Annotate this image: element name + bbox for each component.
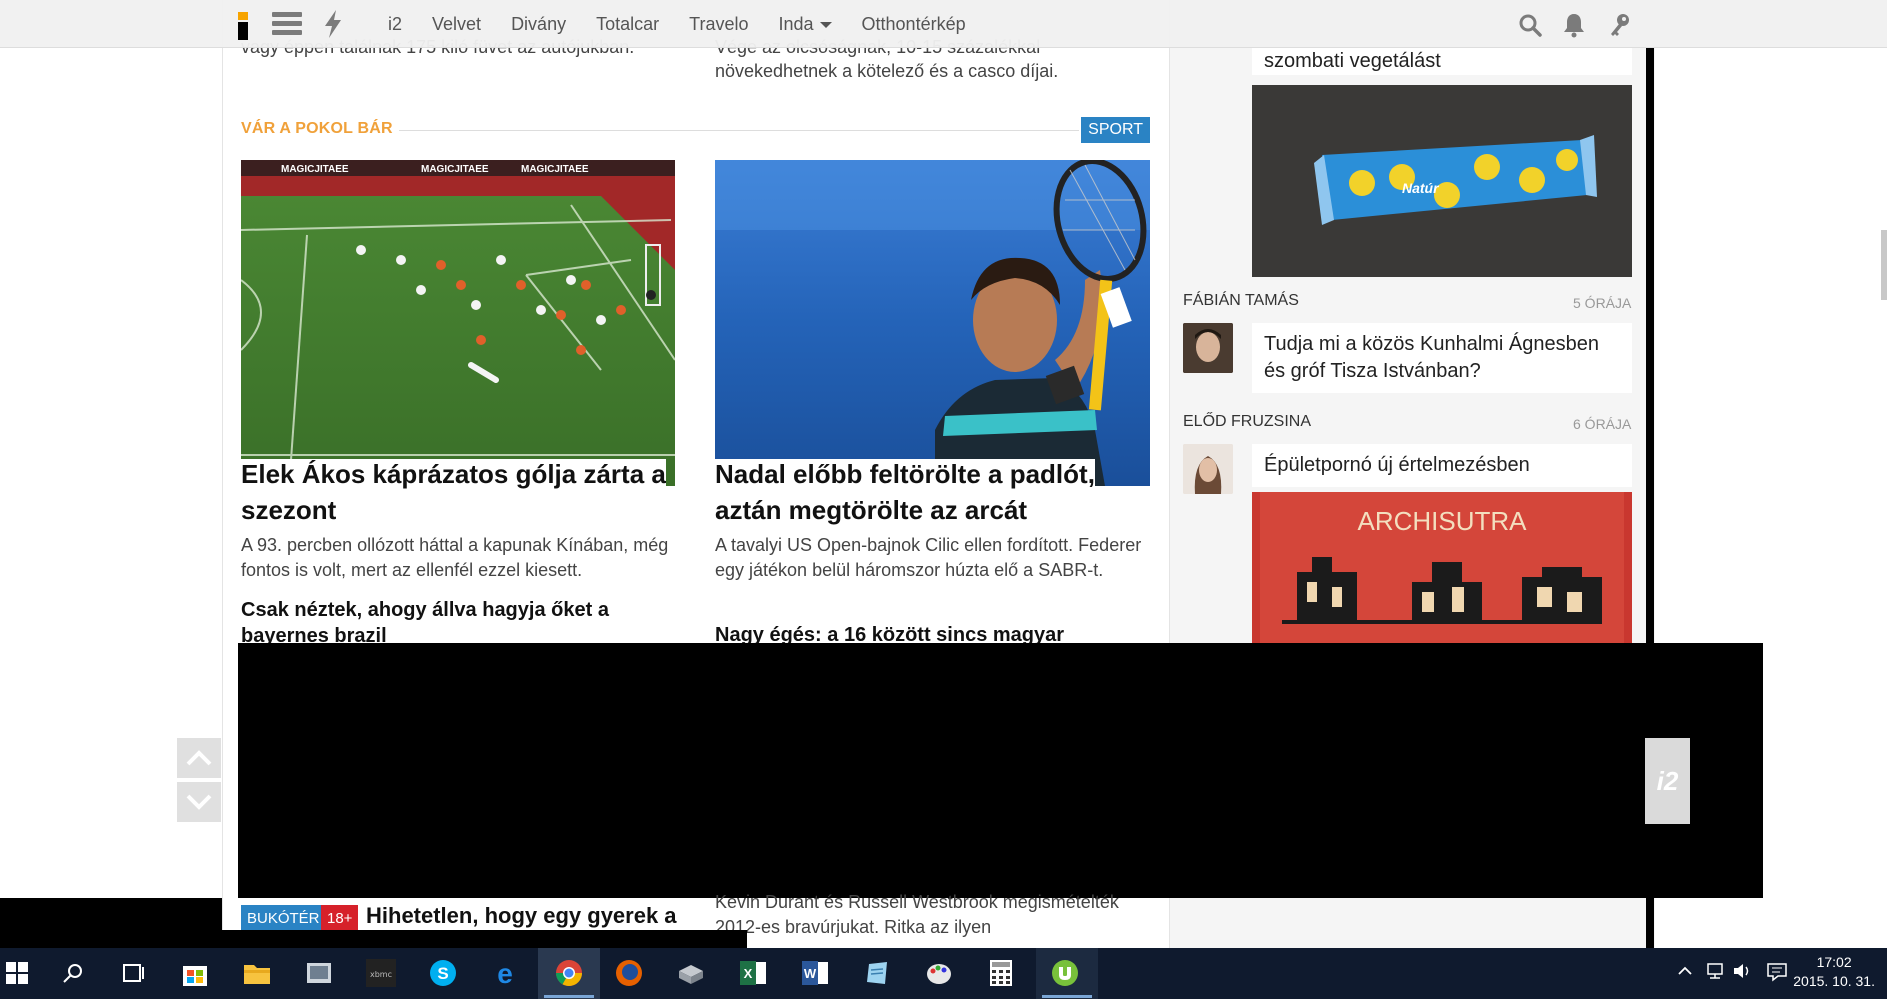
clock-date: 2015. 10. 31. xyxy=(1793,973,1875,989)
photos-icon[interactable] xyxy=(302,956,336,990)
edge-icon[interactable]: e xyxy=(488,956,522,990)
nav-link-divany[interactable]: Divány xyxy=(511,14,566,35)
xbmc-icon[interactable]: xbmc xyxy=(364,956,398,990)
article-lead-elek: A 93. percben ollózott háttal a kapunak … xyxy=(241,535,669,580)
video-overlay[interactable] xyxy=(238,643,1763,898)
scrollbar-thumb[interactable] xyxy=(1881,230,1887,300)
utorrent-icon[interactable] xyxy=(1048,956,1082,990)
bell-icon[interactable] xyxy=(1562,12,1586,38)
article-lead-nadal: A tavalyi US Open-bajnok Cilic ellen for… xyxy=(715,535,1142,580)
overlay-left-strip xyxy=(0,898,222,948)
svg-text:X: X xyxy=(744,966,753,981)
chevron-down-icon xyxy=(819,22,832,29)
start-icon[interactable] xyxy=(0,956,34,990)
time-ago-elod: 6 ÓRÁJA xyxy=(1573,416,1632,432)
nav-link-otthonterkep[interactable]: Otthontérkép xyxy=(862,14,966,35)
index-logo[interactable] xyxy=(238,12,248,40)
time-ago-fabian: 5 ÓRÁJA xyxy=(1573,295,1632,311)
active-app-underline-2 xyxy=(1042,995,1092,998)
article-headline-nadal[interactable]: Nadal előbb feltörölte a padlót, aztán m… xyxy=(715,456,1155,528)
author-name-elod[interactable]: ELŐD FRUZSINA xyxy=(1183,413,1311,431)
section-divider xyxy=(399,130,1079,131)
tray-chevron-up-icon[interactable] xyxy=(1676,962,1694,984)
word-icon[interactable]: W xyxy=(798,956,832,990)
notepad-icon[interactable] xyxy=(860,956,894,990)
active-app-underline xyxy=(544,995,594,998)
svg-text:e: e xyxy=(497,959,513,987)
paint-icon[interactable] xyxy=(922,956,956,990)
windows-taskbar: xbmc S e X W 17:02 2015. 10. 31. xyxy=(0,948,1887,999)
section-title[interactable]: VÁR A POKOL BÁR xyxy=(241,120,393,138)
store-icon[interactable] xyxy=(178,956,212,990)
avatar[interactable] xyxy=(1183,444,1233,494)
notifications-icon[interactable] xyxy=(1766,962,1788,986)
search-icon[interactable] xyxy=(1518,13,1542,37)
nav-link-i2[interactable]: i2 xyxy=(388,14,402,35)
candy-brand-text: Natúr xyxy=(1402,180,1440,196)
badge-bukoter[interactable]: BUKÓTÉR xyxy=(241,905,326,932)
excel-icon[interactable]: X xyxy=(736,956,770,990)
hamburger-menu-icon[interactable] xyxy=(272,12,302,36)
nav-link-travelo[interactable]: Travelo xyxy=(689,14,748,35)
file-explorer-icon[interactable] xyxy=(240,956,274,990)
sidebar-article-epuletporno[interactable]: Épületpornó új értelmezésben xyxy=(1252,444,1632,487)
lightning-icon[interactable] xyxy=(322,10,346,38)
chevron-up-icon xyxy=(186,750,212,766)
svg-text:W: W xyxy=(804,966,817,981)
sidebar-article-kunhalmi[interactable]: Tudja mi a közös Kunhalmi Ágnesben és gr… xyxy=(1252,323,1632,393)
article-headline-elek-text: Elek Ákos káprázatos gólja zárta a szezo… xyxy=(241,459,666,525)
clock-time: 17:02 xyxy=(1816,954,1852,970)
system-clock[interactable]: 17:02 2015. 10. 31. xyxy=(1793,953,1875,991)
chrome-icon[interactable] xyxy=(552,956,586,990)
ad-board-text-2: MAGICJITAEE xyxy=(421,164,489,175)
related-link-bayern[interactable]: Csak néztek, ahogy állva hagyja őket a b… xyxy=(241,597,681,649)
author-name-fabian[interactable]: FÁBIÁN TAMÁS xyxy=(1183,292,1299,310)
ad-board-text: MAGICJITAEE xyxy=(281,164,349,175)
badge-18-plus: 18+ xyxy=(321,905,359,932)
section-tag-sport[interactable]: SPORT xyxy=(1081,117,1150,143)
search-icon[interactable] xyxy=(56,956,90,990)
nav-link-inda[interactable]: Inda xyxy=(778,14,832,35)
avatar[interactable] xyxy=(1183,323,1233,373)
tennis-article-image[interactable] xyxy=(715,160,1150,486)
section-header: VÁR A POKOL BÁR SPORT xyxy=(241,117,1150,143)
overlay-bottom-strip xyxy=(222,930,747,948)
i2-badge[interactable]: i2 xyxy=(1645,738,1690,824)
chevron-down-icon xyxy=(186,794,212,810)
volume-icon[interactable] xyxy=(1732,962,1754,984)
firefox-icon[interactable] xyxy=(612,956,646,990)
scroll-up-button[interactable] xyxy=(177,738,221,778)
article-headline-elek[interactable]: Elek Ákos káprázatos gólja zárta a szezo… xyxy=(241,456,681,528)
soccer-article-image[interactable]: MAGICJITAEE MAGICJITAEE MAGICJITAEE xyxy=(241,160,675,486)
nav-link-velvet[interactable]: Velvet xyxy=(432,14,481,35)
svg-text:S: S xyxy=(437,964,448,983)
nav-links: i2 Velvet Divány Totalcar Travelo Inda O… xyxy=(388,14,996,35)
scroll-down-button[interactable] xyxy=(177,782,221,822)
network-icon[interactable] xyxy=(1704,962,1726,984)
nav-link-inda-label: Inda xyxy=(778,14,814,34)
bottom-article-lead: Kevin Durant és Russell Westbrook megism… xyxy=(715,892,1119,937)
installer-icon[interactable] xyxy=(674,956,708,990)
bottom-article-headline[interactable]: Hihetetlen, hogy egy gyerek a xyxy=(366,903,677,929)
article-headline-nadal-text: Nadal előbb feltörölte a padlót, aztán m… xyxy=(715,459,1095,525)
nav-link-totalcar[interactable]: Totalcar xyxy=(596,14,659,35)
archisutra-title: ARCHISUTRA xyxy=(1357,506,1527,536)
svg-text:xbmc: xbmc xyxy=(370,970,392,979)
archisutra-image[interactable]: ARCHISUTRA xyxy=(1252,492,1632,643)
calculator-icon[interactable] xyxy=(984,956,1018,990)
ad-board-text-3: MAGICJITAEE xyxy=(521,164,589,175)
logo-black-bar xyxy=(238,22,248,40)
key-icon[interactable] xyxy=(1608,12,1632,38)
task-view-icon[interactable] xyxy=(116,956,150,990)
sidebar-top-text[interactable]: szombati vegetálást xyxy=(1252,48,1632,75)
skype-icon[interactable]: S xyxy=(426,956,460,990)
candy-image[interactable]: Natúr xyxy=(1252,85,1632,277)
top-navigation-bar: i2 Velvet Divány Totalcar Travelo Inda O… xyxy=(0,0,1887,48)
logo-orange-bar xyxy=(238,12,248,20)
